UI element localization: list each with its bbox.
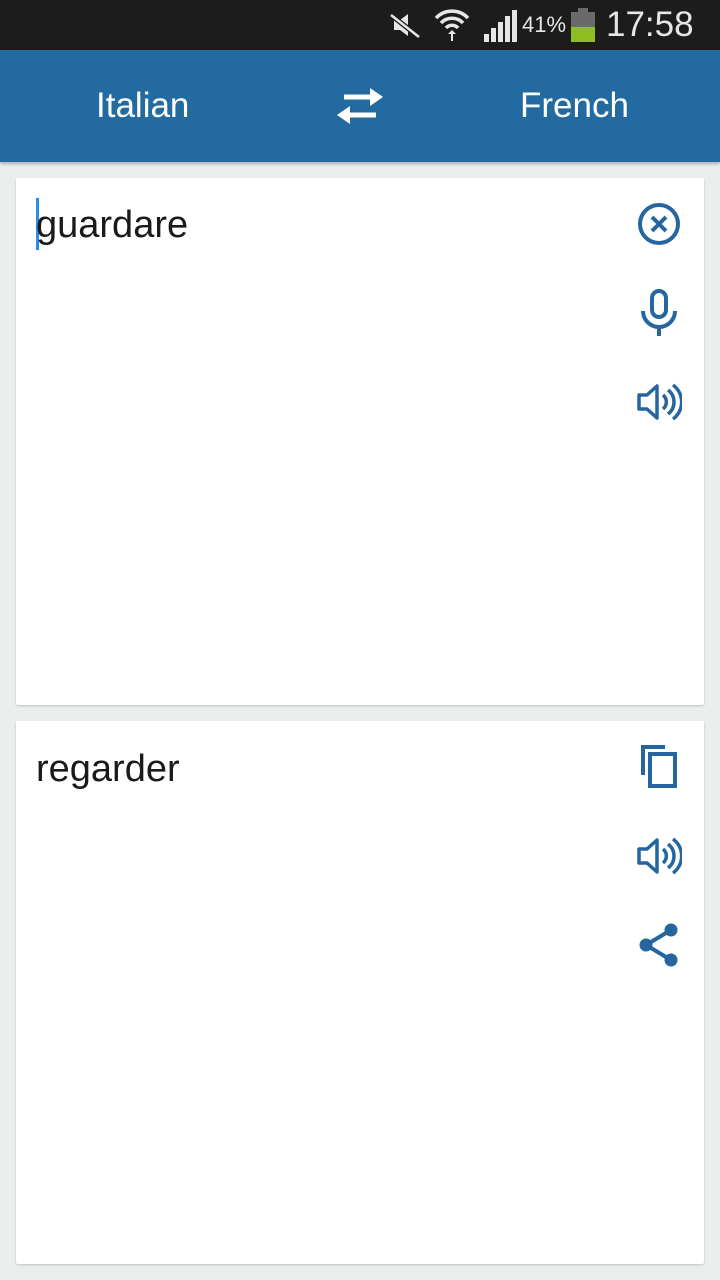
microphone-icon: [641, 289, 677, 336]
input-card: guardare: [16, 178, 704, 705]
signal-icon: [482, 0, 518, 50]
wifi-icon: [434, 0, 470, 50]
share-icon: [639, 923, 678, 967]
mute-icon: [388, 0, 422, 50]
copy-icon: [641, 745, 677, 788]
swap-languages-button[interactable]: [330, 80, 390, 132]
swap-arrows-icon: [337, 88, 383, 124]
speak-source-button[interactable]: [634, 377, 684, 427]
source-text-input[interactable]: guardare: [36, 202, 188, 248]
voice-input-button[interactable]: [634, 288, 684, 338]
speak-translation-button[interactable]: [634, 831, 684, 881]
clear-button[interactable]: [634, 199, 684, 249]
translated-text: regarder: [36, 748, 180, 790]
output-card: regarder: [16, 721, 704, 1264]
battery-icon: [570, 0, 596, 50]
speaker-icon: [637, 383, 682, 421]
copy-button[interactable]: [634, 742, 684, 792]
status-bar: 41% 17:58: [0, 0, 720, 50]
share-button[interactable]: [634, 920, 684, 970]
clear-icon: [638, 203, 680, 245]
source-language-button[interactable]: Italian: [96, 50, 189, 162]
language-toolbar: Italian French: [0, 50, 720, 162]
speaker-icon: [637, 837, 682, 875]
target-language-button[interactable]: French: [520, 50, 629, 162]
battery-percent: 41%: [522, 12, 567, 37]
clock: 17:58: [606, 5, 694, 44]
